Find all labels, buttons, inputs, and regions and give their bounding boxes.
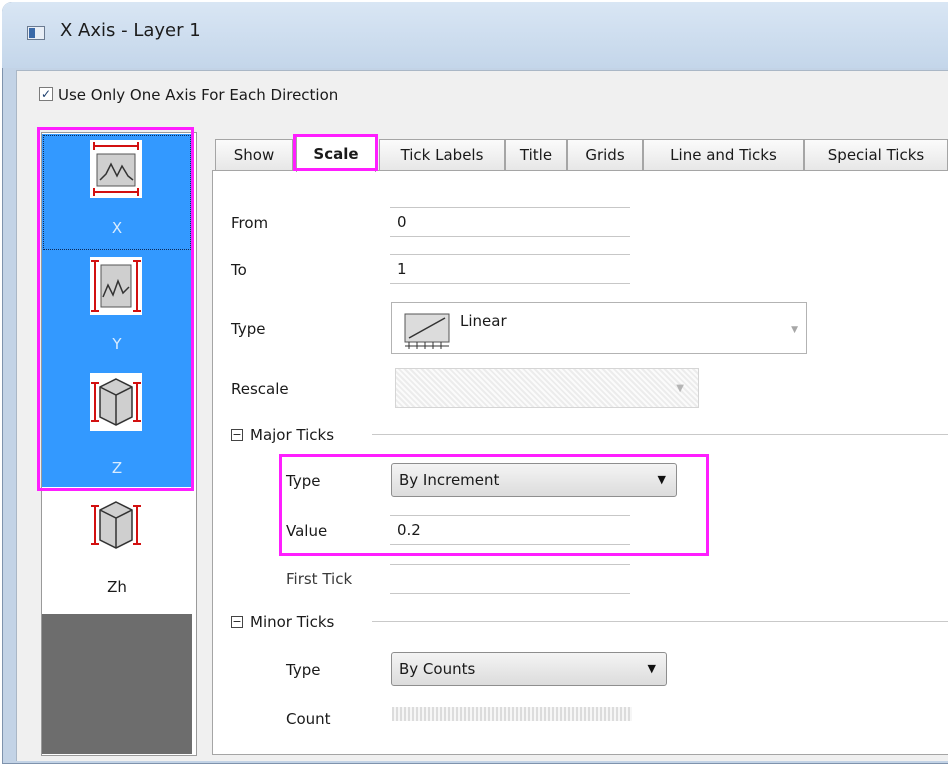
group-divider xyxy=(372,621,948,622)
highlight-axis-selection xyxy=(37,127,194,491)
to-label: To xyxy=(231,261,247,279)
use-one-axis-checkbox[interactable]: ✓ xyxy=(39,87,53,101)
use-one-axis-label: Use Only One Axis For Each Direction xyxy=(58,86,339,104)
axis-zh-label: Zh xyxy=(107,578,127,596)
linear-scale-icon xyxy=(404,313,450,349)
window-icon xyxy=(27,26,45,40)
from-field[interactable]: 0 xyxy=(390,207,630,237)
checkmark-icon: ✓ xyxy=(40,87,52,101)
axis-list-item-zh[interactable]: Zh xyxy=(42,490,192,614)
minor-ticks-group-label: Minor Ticks xyxy=(250,613,335,631)
tab-line-and-ticks[interactable]: Line and Ticks xyxy=(643,139,804,170)
group-divider xyxy=(372,434,948,435)
from-label: From xyxy=(231,214,269,232)
minor-ticks-collapse-icon[interactable]: − xyxy=(231,616,243,628)
window-title: X Axis - Layer 1 xyxy=(60,20,201,41)
zh-axis-icon xyxy=(90,496,142,554)
minor-type-value: By Counts xyxy=(399,660,476,678)
count-field[interactable] xyxy=(392,707,632,721)
major-ticks-group-label: Major Ticks xyxy=(250,426,335,444)
minor-type-dropdown[interactable]: By Counts ▼ xyxy=(391,652,667,686)
tab-special-ticks[interactable]: Special Ticks xyxy=(804,139,948,170)
first-tick-label: First Tick xyxy=(286,570,353,588)
scale-type-value: Linear xyxy=(460,312,507,330)
rescale-dropdown[interactable]: ▼ xyxy=(395,368,699,408)
highlight-major-ticks xyxy=(279,454,709,556)
axis-list-empty-area xyxy=(42,614,192,754)
rescale-label: Rescale xyxy=(231,380,289,398)
to-field[interactable]: 1 xyxy=(390,254,630,284)
tab-grids[interactable]: Grids xyxy=(567,139,643,170)
minor-type-label: Type xyxy=(286,661,321,679)
major-ticks-collapse-icon[interactable]: − xyxy=(231,429,243,441)
highlight-scale-tab xyxy=(293,134,378,171)
count-label: Count xyxy=(286,710,331,728)
dropdown-arrow-icon: ▼ xyxy=(791,325,798,335)
tab-title[interactable]: Title xyxy=(505,139,567,170)
tab-tick-labels[interactable]: Tick Labels xyxy=(379,139,505,170)
tab-show[interactable]: Show xyxy=(215,139,293,170)
first-tick-field[interactable] xyxy=(390,564,630,594)
scale-type-label: Type xyxy=(231,320,266,338)
dropdown-arrow-icon: ▼ xyxy=(647,662,656,675)
dropdown-arrow-icon: ▼ xyxy=(676,383,684,394)
